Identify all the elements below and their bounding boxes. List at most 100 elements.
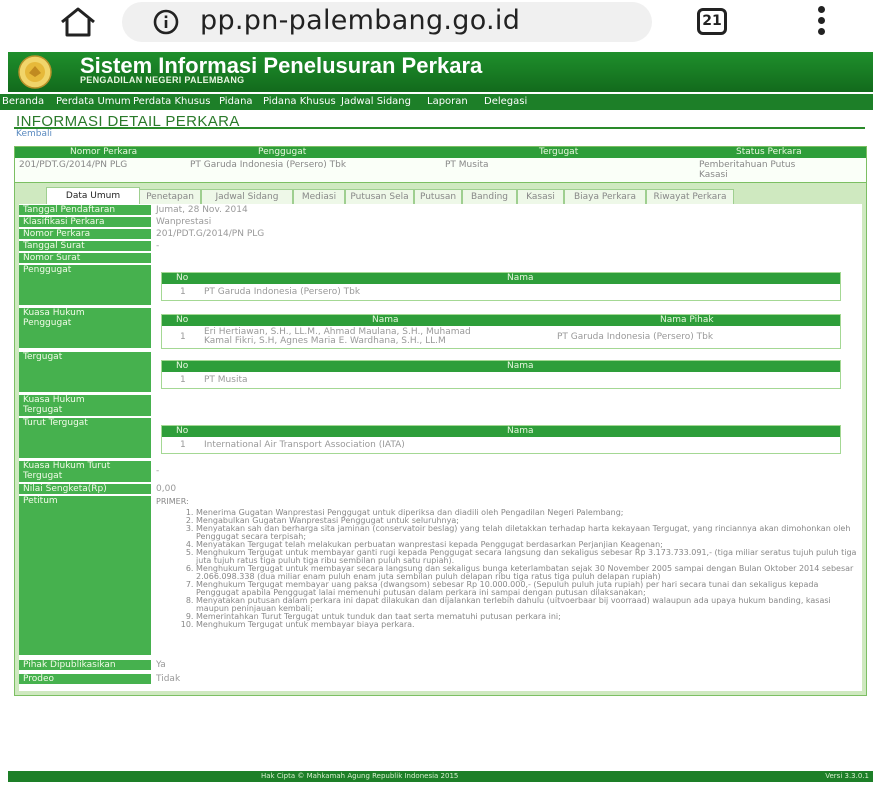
label-kuasa-turut-line1: Kuasa Hukum Turut xyxy=(23,461,111,471)
tab-kasasi[interactable]: Kasasi xyxy=(517,189,564,204)
nav-pidana-khusus[interactable]: Pidana Khusus xyxy=(263,95,336,109)
data-umum-content: Tanggal Pendaftaran Jumat, 28 Nov. 2014 … xyxy=(19,204,862,691)
petitum-heading: PRIMER: xyxy=(156,497,189,506)
label-kuasa-tergugat-line2: Tergugat xyxy=(23,405,63,415)
summary-nomor: 201/PDT.G/2014/PN PLG xyxy=(19,160,128,170)
value-nilai-sengketa: 0,00 xyxy=(156,484,177,494)
footer-copyright: Hak Cipta © Mahkamah Agung Republik Indo… xyxy=(261,772,459,780)
petitum-list: Menerima Gugatan Wanprestasi Penggugat u… xyxy=(156,509,860,629)
site-info-icon[interactable] xyxy=(152,8,180,36)
summary-status-line2: Kasasi xyxy=(699,170,728,180)
value-prodeo: Tidak xyxy=(156,674,181,684)
value-tanggal-pendaftaran: Jumat, 28 Nov. 2014 xyxy=(156,205,248,215)
col-nama: Nama xyxy=(507,426,534,436)
list-item: Menghukum Tergugat untuk membayar secara… xyxy=(196,565,860,581)
label-nomor-surat: Nomor Surat xyxy=(19,253,151,263)
list-item: Menghukum Tergugat membayar uang paksa (… xyxy=(196,581,860,597)
tergugat-table-header: No Nama xyxy=(162,361,840,372)
row-nama-line2: Kamal Fikri, S.H, Agnes Maria E. Wardhan… xyxy=(204,336,446,346)
court-logo-icon xyxy=(18,55,52,89)
overflow-menu-icon[interactable] xyxy=(816,6,826,38)
label-klasifikasi: Klasifikasi Perkara xyxy=(19,217,151,227)
label-tanggal-pendaftaran: Tanggal Pendaftaran xyxy=(19,205,151,215)
label-kuasa-tergugat-line1: Kuasa Hukum xyxy=(23,395,85,405)
nav-perdata-khusus[interactable]: Perdata Khusus xyxy=(133,95,210,109)
browser-toolbar: pp.pn-palembang.go.id 21 xyxy=(0,0,873,42)
summary-row[interactable]: 201/PDT.G/2014/PN PLG PT Garuda Indonesi… xyxy=(15,158,866,182)
label-nilai-sengketa: Nilai Sengketa(Rp) xyxy=(19,484,151,494)
list-item: Menyatakan putusan dalam perkara ini dap… xyxy=(196,597,860,613)
site-footer: Hak Cipta © Mahkamah Agung Republik Indo… xyxy=(8,771,873,782)
row-no: 1 xyxy=(180,440,186,450)
list-item: Menyatakan sah dan berharga sita jaminan… xyxy=(196,525,860,541)
nav-perdata-umum[interactable]: Perdata Umum xyxy=(56,95,131,109)
col-no: No xyxy=(176,426,189,436)
label-kuasa-penggugat-line2: Penggugat xyxy=(23,318,72,328)
row-nama-pihak: PT Garuda Indonesia (Persero) Tbk xyxy=(557,332,714,342)
label-prodeo: Prodeo xyxy=(19,674,151,684)
label-turut-tergugat: Turut Tergugat xyxy=(19,418,151,458)
tab-banding[interactable]: Banding xyxy=(462,189,517,204)
label-petitum: Petitum xyxy=(19,496,151,655)
tab-riwayat-perkara[interactable]: Riwayat Perkara xyxy=(646,189,734,204)
label-kuasa-turut-line2: Tergugat xyxy=(23,471,63,481)
home-icon[interactable] xyxy=(58,6,98,38)
tab-jadwal-sidang[interactable]: Jadwal Sidang xyxy=(201,189,293,204)
label-tergugat: Tergugat xyxy=(19,352,151,392)
col-no: No xyxy=(176,273,189,283)
label-kuasa-tergugat: Kuasa Hukum Tergugat xyxy=(19,395,151,416)
tergugat-table: No Nama 1 PT Musita xyxy=(161,360,841,389)
footer-version: Versi 3.3.0.1 xyxy=(825,772,869,780)
tab-putusan[interactable]: Putusan xyxy=(414,189,462,204)
row-no: 1 xyxy=(180,375,186,385)
tab-penetapan[interactable]: Penetapan xyxy=(139,189,201,204)
nav-delegasi[interactable]: Delegasi xyxy=(484,95,527,109)
summary-penggugat: PT Garuda Indonesia (Persero) Tbk xyxy=(190,160,347,170)
row-no: 1 xyxy=(180,287,186,297)
petitum-text: PRIMER: Menerima Gugatan Wanprestasi Pen… xyxy=(156,498,860,629)
row-nama: PT Musita xyxy=(204,375,248,385)
url-text[interactable]: pp.pn-palembang.go.id xyxy=(200,4,520,38)
summary-header-row: Nomor Perkara Penggugat Tergugat Status … xyxy=(15,147,866,158)
label-kuasa-penggugat: Kuasa Hukum Penggugat xyxy=(19,308,151,348)
value-pihak-dipublikasikan: Ya xyxy=(156,660,166,670)
col-penggugat: Penggugat xyxy=(258,147,307,157)
label-pihak-dipublikasikan: Pihak Dipublikasikan xyxy=(19,660,151,670)
table-row: 1 Eri Hertiawan, S.H., LL.M., Ahmad Maul… xyxy=(162,326,840,348)
tab-putusan-sela[interactable]: Putusan Sela xyxy=(345,189,414,204)
tab-switcher-button[interactable]: 21 xyxy=(697,8,727,35)
value-nomor-perkara: 201/PDT.G/2014/PN PLG xyxy=(156,229,265,239)
col-status-perkara: Status Perkara xyxy=(736,147,802,157)
turut-tergugat-table-header: No Nama xyxy=(162,426,840,437)
case-summary-table: Nomor Perkara Penggugat Tergugat Status … xyxy=(14,146,867,183)
col-nomor-perkara: Nomor Perkara xyxy=(70,147,138,157)
value-klasifikasi: Wanprestasi xyxy=(156,217,212,227)
label-tanggal-surat: Tanggal Surat xyxy=(19,241,151,251)
tab-biaya-perkara[interactable]: Biaya Perkara xyxy=(564,189,646,204)
table-row: 1 International Air Transport Associatio… xyxy=(162,437,840,453)
nav-pidana[interactable]: Pidana xyxy=(219,95,253,109)
tab-mediasi[interactable]: Mediasi xyxy=(293,189,345,204)
tab-data-umum[interactable]: Data Umum xyxy=(46,187,140,205)
nav-jadwal-sidang[interactable]: Jadwal Sidang xyxy=(341,95,411,109)
turut-tergugat-table: No Nama 1 International Air Transport As… xyxy=(161,425,841,454)
row-nama: International Air Transport Association … xyxy=(204,440,405,450)
label-nomor-perkara: Nomor Perkara xyxy=(19,229,151,239)
col-tergugat: Tergugat xyxy=(539,147,579,157)
col-no: No xyxy=(176,315,189,325)
label-kuasa-penggugat-line1: Kuasa Hukum xyxy=(23,308,85,318)
table-row: 1 PT Musita xyxy=(162,372,840,388)
detail-panel: Data Umum Penetapan Jadwal Sidang Medias… xyxy=(14,182,867,696)
table-row: 1 PT Garuda Indonesia (Persero) Tbk xyxy=(162,284,840,300)
nav-beranda[interactable]: Beranda xyxy=(2,95,44,109)
nav-laporan[interactable]: Laporan xyxy=(427,95,468,109)
website: Sistem Informasi Penelusuran Perkara PEN… xyxy=(0,52,873,787)
col-nama: Nama xyxy=(507,273,534,283)
detail-tabs: Data Umum Penetapan Jadwal Sidang Medias… xyxy=(15,187,866,205)
penggugat-table: No Nama 1 PT Garuda Indonesia (Persero) … xyxy=(161,272,841,301)
col-nama-pihak: Nama Pihak xyxy=(660,315,714,325)
back-link[interactable]: Kembali xyxy=(16,129,52,139)
penggugat-table-header: No Nama xyxy=(162,273,840,284)
row-no: 1 xyxy=(180,332,186,342)
main-nav: Beranda Perdata Umum Perdata Khusus Pida… xyxy=(0,94,873,110)
